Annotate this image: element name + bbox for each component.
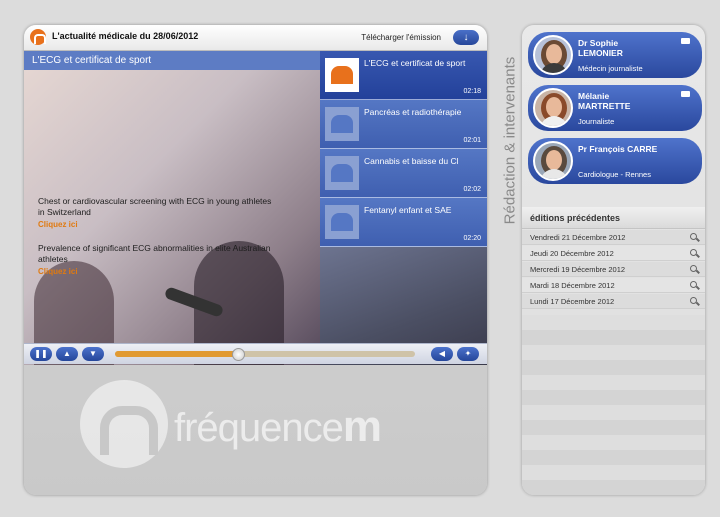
video-title: L'ECG et certificat de sport <box>24 51 320 70</box>
playlist-item-duration: 02:02 <box>463 186 481 193</box>
playlist-thumbnail <box>325 58 359 92</box>
progress-bar[interactable] <box>115 351 415 357</box>
progress-handle[interactable] <box>232 348 245 361</box>
previous-edition-item[interactable]: Jeudi 20 Décembre 2012 <box>522 246 705 261</box>
playlist-thumbnail <box>325 107 359 141</box>
search-icon[interactable] <box>690 297 697 304</box>
person-card[interactable]: Pr François CARRE Cardiologue - Rennes <box>528 138 702 184</box>
video-area[interactable]: L'ECG et certificat de sport Chest or ca… <box>24 51 320 365</box>
previous-editions-heading: éditions précédentes <box>522 207 705 229</box>
overlay-reference-text: Prevalence of significant ECG abnormalit… <box>38 243 271 264</box>
mail-icon[interactable] <box>681 38 690 44</box>
playlist-item[interactable]: Pancréas et radiothérapie 02:01 <box>320 100 487 149</box>
player-controls: ❚❚ ▲ ▼ ◀ ✦ <box>24 343 487 364</box>
pause-button[interactable]: ❚❚ <box>30 347 52 361</box>
playlist-item-title: L'ECG et certificat de sport <box>364 58 466 68</box>
playlist-item[interactable]: Fentanyl enfant et SAE 02:20 <box>320 198 487 247</box>
volume-icon: ◀ <box>438 349 446 358</box>
fullscreen-icon: ✦ <box>464 349 472 358</box>
page-title: L'actualité médicale du 28/06/2012 <box>52 31 199 41</box>
playlist-item[interactable]: L'ECG et certificat de sport 02:18 <box>320 51 487 100</box>
person-name: Pr François CARRE <box>578 144 658 154</box>
search-icon[interactable] <box>690 249 697 256</box>
previous-button[interactable]: ▲ <box>56 347 78 361</box>
playlist-item-duration: 02:01 <box>463 137 481 144</box>
playlist-item-title: Cannabis et baisse du Cl <box>364 156 459 166</box>
avatar <box>533 88 573 128</box>
avatar <box>533 141 573 181</box>
chevron-up-icon: ▲ <box>63 349 71 358</box>
person-card[interactable]: Mélanie MARTRETTE Journaliste <box>528 85 702 131</box>
previous-edition-item[interactable]: Lundi 17 Décembre 2012 <box>522 294 705 309</box>
arrow-down-icon: ↓ <box>463 32 469 43</box>
playlist-item-title: Fentanyl enfant et SAE <box>364 205 452 215</box>
playlist-item[interactable]: Cannabis et baisse du Cl 02:02 <box>320 149 487 198</box>
previous-edition-item[interactable]: Mercredi 19 Décembre 2012 <box>522 262 705 277</box>
brand-m-icon <box>80 380 168 468</box>
search-icon[interactable] <box>690 265 697 272</box>
overlay-reference-text: Chest or cardiovascular screening with E… <box>38 196 272 217</box>
overlay-link[interactable]: Cliquez ici <box>38 220 78 229</box>
chevron-down-icon: ▼ <box>89 349 97 358</box>
search-icon[interactable] <box>690 233 697 240</box>
person-role: Médecin journaliste <box>578 64 643 73</box>
pause-icon: ❚❚ <box>34 349 48 358</box>
download-button[interactable]: ↓ <box>453 30 479 45</box>
previous-edition-item[interactable]: Mardi 18 Décembre 2012 <box>522 278 705 293</box>
person-name: Dr Sophie LEMONIER <box>578 38 623 58</box>
person-name: Mélanie MARTRETTE <box>578 91 631 111</box>
side-label: Rédaction & intervenants <box>497 36 519 246</box>
brand-name: fréquencem <box>174 402 382 451</box>
download-label[interactable]: Télécharger l'émission <box>361 33 441 42</box>
overlay-link[interactable]: Cliquez ici <box>38 267 78 276</box>
mail-icon[interactable] <box>681 91 690 97</box>
playlist: L'ECG et certificat de sport 02:18 Pancr… <box>320 51 487 365</box>
empty-list-area <box>522 315 705 495</box>
person-role: Journaliste <box>578 117 615 126</box>
frequence-m-logo-icon <box>30 29 46 45</box>
video-player: L'actualité médicale du 28/06/2012 Téléc… <box>24 25 487 495</box>
player-header: L'actualité médicale du 28/06/2012 Téléc… <box>24 25 487 51</box>
playlist-item-duration: 02:18 <box>463 88 481 95</box>
brand-logo: fréquencem <box>80 380 440 470</box>
playlist-thumbnail <box>325 156 359 190</box>
previous-edition-item[interactable]: Vendredi 21 Décembre 2012 <box>522 230 705 245</box>
next-button[interactable]: ▼ <box>82 347 104 361</box>
side-label-text: Rédaction & intervenants <box>501 56 519 225</box>
playlist-item-duration: 02:20 <box>463 235 481 242</box>
progress-fill <box>115 351 238 357</box>
volume-button[interactable]: ◀ <box>431 347 453 361</box>
person-card[interactable]: Dr Sophie LEMONIER Médecin journaliste <box>528 32 702 78</box>
playlist-item-title: Pancréas et radiothérapie <box>364 107 462 117</box>
avatar <box>533 35 573 75</box>
search-icon[interactable] <box>690 281 697 288</box>
playlist-thumbnail <box>325 205 359 239</box>
team-panel: Dr Sophie LEMONIER Médecin journaliste Mé… <box>522 25 705 495</box>
fullscreen-button[interactable]: ✦ <box>457 347 479 361</box>
person-role: Cardiologue - Rennes <box>578 170 651 179</box>
